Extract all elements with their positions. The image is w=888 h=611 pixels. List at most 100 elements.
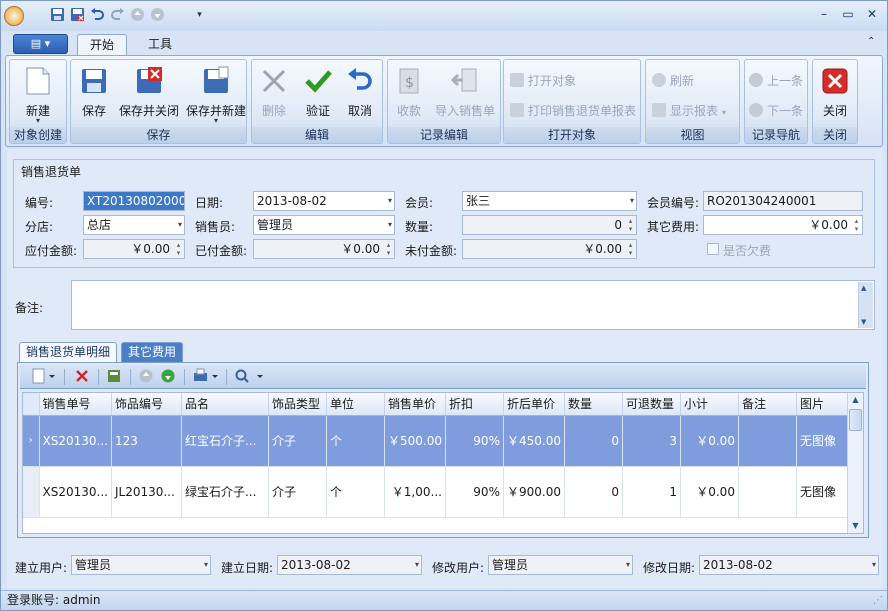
chevron-down-icon: ▾ <box>722 108 727 117</box>
move-down-icon[interactable] <box>158 368 178 386</box>
column-header[interactable]: 折扣 <box>445 393 504 416</box>
chevron-down-icon[interactable]: ▾ <box>388 216 392 234</box>
salesperson-field[interactable]: 管理员 ▾ <box>253 215 395 235</box>
show-report-button[interactable]: 显示报表 ▾ <box>652 101 726 121</box>
maximize-icon[interactable]: ▭ <box>837 5 859 23</box>
save-new-button[interactable]: 保存并新建 ▾ <box>185 64 247 125</box>
tab-tools[interactable]: 工具 <box>135 34 185 56</box>
chevron-down-icon[interactable]: ▾ <box>630 192 634 210</box>
remark-field[interactable]: ▲ ▼ <box>71 280 875 330</box>
column-header[interactable]: 饰品类型 <box>268 393 327 416</box>
next-record-icon[interactable] <box>149 7 166 24</box>
column-header[interactable]: 单位 <box>326 393 385 416</box>
arrow-up-icon[interactable]: ▲ <box>861 284 866 292</box>
arrow-down-icon[interactable]: ▼ <box>861 318 866 326</box>
previous-record-icon[interactable] <box>129 7 146 24</box>
date-field[interactable]: 2013-08-02 ▾ <box>253 191 395 211</box>
store-field[interactable]: 总店 ▾ <box>83 215 185 235</box>
new-row-icon[interactable] <box>28 368 58 386</box>
previous-record-button[interactable]: 上一条 <box>749 71 803 91</box>
member-number-field[interactable]: RO201304240001 <box>703 191 863 211</box>
other-fee-field[interactable]: ￥0.00 ▴ ▾ <box>703 215 863 235</box>
grid-scrollbar[interactable]: ▲ ▼ <box>847 393 863 533</box>
column-header[interactable]: 数量 <box>564 393 623 416</box>
spinner-icon[interactable]: ▴ ▾ <box>174 241 183 257</box>
refresh-button[interactable]: 刷新 <box>652 71 694 91</box>
collapse-ribbon-icon[interactable]: ⌃ <box>867 36 875 47</box>
save-button[interactable]: 保存 <box>75 64 113 124</box>
tab-other-fees[interactable]: 其它费用 <box>121 342 184 363</box>
printer-icon <box>510 103 524 117</box>
scrollbar[interactable]: ▲ ▼ <box>858 282 873 328</box>
redo-icon[interactable] <box>109 7 126 24</box>
app-logo-icon[interactable] <box>4 6 24 26</box>
customize-toolbar-icon[interactable]: ▾ <box>191 7 208 24</box>
delete-row-icon[interactable] <box>72 368 92 386</box>
column-header[interactable]: 折后单价 <box>503 393 565 416</box>
column-header[interactable]: 销售单号 <box>39 393 112 416</box>
table-row[interactable]: XS20130... JL20130... 绿宝石介子... 介子 个 ￥1,0… <box>23 466 859 518</box>
tab-return-details[interactable]: 销售退货单明细 <box>19 342 118 363</box>
chevron-down-icon: ▾ <box>35 116 40 125</box>
next-record-button[interactable]: 下一条 <box>749 101 803 121</box>
print-report-button[interactable]: 打印销售退货单报表 <box>510 101 636 121</box>
tab-home[interactable]: 开始 <box>77 34 127 56</box>
application-menu-button[interactable]: ▤ ▾ <box>13 34 68 54</box>
open-object-button[interactable]: 打开对象 <box>510 71 576 91</box>
new-document-icon <box>23 66 53 96</box>
spinner-icon[interactable]: ▴ ▾ <box>626 241 635 257</box>
quantity-field[interactable]: 0 ▴ ▾ <box>462 215 637 235</box>
group-edit: 删除 验证 取消 编辑 <box>251 59 383 144</box>
column-header[interactable]: 销售单价 <box>384 393 446 416</box>
column-header[interactable]: 品名 <box>181 393 269 416</box>
member-field[interactable]: 张三 ▾ <box>462 191 637 211</box>
chevron-down-icon[interactable]: ▾ <box>415 556 419 574</box>
modified-by-field[interactable]: 管理员 ▾ <box>488 555 633 575</box>
import-sales-order-button[interactable]: 导入销售单 <box>430 64 500 124</box>
search-icon[interactable] <box>232 368 268 386</box>
delete-button[interactable]: 删除 <box>254 64 294 124</box>
created-by-field[interactable]: 管理员 ▾ <box>71 555 211 575</box>
save-icon[interactable] <box>49 7 66 24</box>
receipt-button[interactable]: $ 收款 <box>390 64 428 124</box>
paid-field[interactable]: ￥0.00 ▴ ▾ <box>253 239 395 259</box>
column-header[interactable]: 可退数量 <box>622 393 681 416</box>
grid-edit-icon[interactable] <box>104 368 124 386</box>
close-window-icon[interactable]: ✕ <box>861 5 883 23</box>
spinner-icon[interactable]: ▴ ▾ <box>384 241 393 257</box>
chevron-down-icon[interactable]: ▾ <box>204 556 208 574</box>
created-date-field[interactable]: 2013-08-02 ▾ <box>277 555 422 575</box>
column-header[interactable]: 备注 <box>738 393 797 416</box>
print-icon[interactable] <box>190 368 222 386</box>
arrow-down-icon[interactable]: ▼ <box>849 519 862 533</box>
number-field[interactable]: XT201308020001 <box>83 191 185 211</box>
money-icon: $ <box>394 66 424 96</box>
unpaid-field[interactable]: ￥0.00 ▴ ▾ <box>462 239 637 259</box>
minimize-icon[interactable]: – <box>813 5 835 23</box>
arrow-up-icon[interactable]: ▲ <box>849 393 862 407</box>
column-header[interactable]: 饰品编号 <box>111 393 182 416</box>
modified-date-field[interactable]: 2013-08-02 ▾ <box>699 555 879 575</box>
move-up-icon[interactable] <box>136 368 156 386</box>
column-header[interactable]: 小计 <box>680 393 739 416</box>
save-close-icon[interactable] <box>69 7 86 24</box>
validate-button[interactable]: 验证 <box>298 64 338 124</box>
save-icon <box>79 66 109 96</box>
spinner-icon[interactable]: ▴ ▾ <box>852 217 861 233</box>
cancel-button[interactable]: 取消 <box>340 64 380 124</box>
resize-grip-icon[interactable]: ⋰ <box>873 591 883 610</box>
in-debt-checkbox[interactable] <box>707 243 719 255</box>
chevron-down-icon[interactable]: ▾ <box>388 192 392 210</box>
chevron-down-icon[interactable]: ▾ <box>178 216 182 234</box>
save-close-button[interactable]: 保存并关闭 <box>117 64 181 124</box>
undo-icon[interactable] <box>89 7 106 24</box>
scrollbar-thumb[interactable] <box>849 409 862 431</box>
payable-field[interactable]: ￥0.00 ▴ ▾ <box>83 239 185 259</box>
new-button[interactable]: 新建 ▾ <box>12 64 64 125</box>
table-row[interactable]: › XS20130... 123 红宝石介子... 介子 个 ￥500.00 9… <box>23 415 859 467</box>
spinner-icon[interactable]: ▴ ▾ <box>626 217 635 233</box>
chevron-down-icon[interactable]: ▾ <box>626 556 630 574</box>
group-open: 打开对象 打印销售退货单报表 打开对象 <box>503 59 641 144</box>
chevron-down-icon[interactable]: ▾ <box>872 556 876 574</box>
close-button[interactable]: 关闭 <box>815 64 855 124</box>
